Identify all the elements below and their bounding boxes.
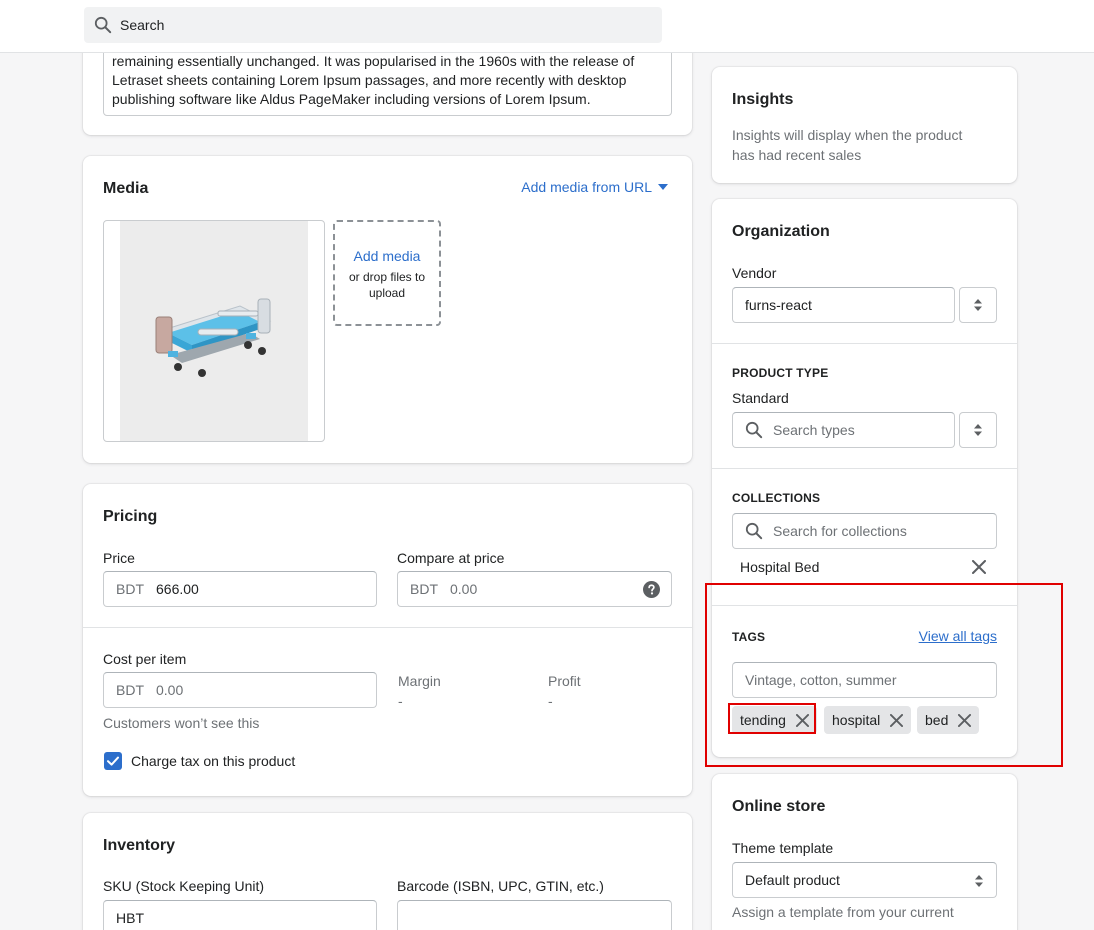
sku-label: SKU (Stock Keeping Unit) [103, 878, 265, 894]
product-image [120, 221, 308, 441]
theme-template-hint: Assign a template from your current [732, 904, 954, 920]
currency-prefix: BDT [116, 682, 144, 698]
vendor-label: Vendor [732, 265, 777, 281]
select-arrows-icon [973, 298, 983, 312]
search-icon [745, 522, 763, 540]
global-search-input[interactable]: Search [84, 7, 662, 43]
add-media-label: Add media [353, 248, 421, 264]
insights-title: Insights [732, 91, 794, 108]
tag-tending-highlight [728, 703, 816, 734]
search-placeholder: Search [120, 17, 165, 33]
remove-collection-close-icon[interactable] [972, 560, 986, 574]
compare-at-price-label: Compare at price [397, 550, 505, 566]
select-arrows-icon [973, 423, 983, 437]
top-bar: Search [0, 0, 1094, 53]
theme-template-select[interactable]: Default product [732, 862, 997, 898]
price-label: Price [103, 550, 135, 566]
tags-section-highlight [705, 583, 1063, 767]
product-type-value: Standard [732, 390, 789, 406]
price-input[interactable]: BDT 666.00 [103, 571, 377, 607]
product-type-select-button[interactable] [959, 412, 997, 448]
pricing-divider [83, 627, 692, 628]
barcode-input[interactable] [397, 900, 672, 930]
insights-line-2: has had recent sales [732, 147, 862, 163]
drop-files-hint: or drop files to upload [348, 270, 426, 300]
profit-label: Profit [548, 673, 581, 689]
inventory-title: Inventory [103, 837, 176, 854]
description-line: publishing software like Aldus PageMaker… [112, 91, 591, 107]
inventory-card: Inventory SKU (Stock Keeping Unit) HBT B… [83, 813, 692, 930]
search-types-input[interactable]: Search types [732, 412, 955, 448]
barcode-label: Barcode (ISBN, UPC, GTIN, etc.) [397, 878, 604, 894]
vendor-value: furns-react [745, 297, 812, 313]
vendor-select-button[interactable] [959, 287, 997, 323]
compare-at-price-input[interactable]: BDT 0.00 [397, 571, 672, 607]
media-thumbnail[interactable] [103, 220, 325, 442]
charge-tax-label: Charge tax on this product [131, 753, 296, 769]
media-card: Media Add media from URL Add media or dr… [83, 156, 692, 463]
caret-down-icon [658, 184, 668, 190]
charge-tax-checkbox-row[interactable]: Charge tax on this product [104, 752, 295, 770]
margin-label: Margin [398, 673, 441, 689]
vendor-input[interactable]: furns-react [732, 287, 955, 323]
online-store-card: Online store Theme template Default prod… [712, 774, 1017, 930]
add-media-dropzone[interactable]: Add media or drop files to upload [333, 220, 441, 326]
search-icon [94, 16, 112, 34]
add-media-from-url-button[interactable]: Add media from URL [521, 179, 668, 195]
search-collections-input[interactable]: Search for collections [732, 513, 997, 549]
organization-divider [712, 468, 1017, 469]
insights-line-1: Insights will display when the product [732, 127, 963, 143]
organization-title: Organization [732, 223, 830, 240]
theme-template-label: Theme template [732, 840, 834, 856]
theme-template-value: Default product [745, 872, 840, 888]
insights-card: Insights Insights will display when the … [712, 67, 1017, 183]
help-icon[interactable] [643, 581, 660, 598]
online-store-title: Online store [732, 798, 826, 815]
search-types-placeholder: Search types [773, 422, 855, 438]
organization-divider [712, 343, 1017, 344]
profit-value: - [548, 693, 553, 709]
margin-value: - [398, 693, 403, 709]
compare-at-price-value: 0.00 [450, 581, 478, 597]
cost-per-item-value: 0.00 [156, 682, 184, 698]
search-collections-placeholder: Search for collections [773, 523, 907, 539]
pricing-title: Pricing [103, 508, 158, 525]
cost-per-item-label: Cost per item [103, 651, 187, 667]
cost-hint: Customers won’t see this [103, 715, 260, 731]
select-arrows-icon [974, 874, 984, 888]
description-line: remaining essentially unchanged. It was … [112, 53, 635, 69]
sku-input[interactable]: HBT [103, 900, 377, 930]
currency-prefix: BDT [410, 581, 438, 597]
price-value: 666.00 [156, 581, 199, 597]
checkbox-checked-icon[interactable] [104, 752, 122, 770]
collections-heading: COLLECTIONS [732, 491, 821, 505]
add-media-from-url-label: Add media from URL [521, 179, 652, 195]
currency-prefix: BDT [116, 581, 144, 597]
cost-per-item-input[interactable]: BDT 0.00 [103, 672, 377, 708]
collection-item-hospital-bed: Hospital Bed [740, 559, 820, 575]
sku-value: HBT [116, 910, 144, 926]
product-type-heading: PRODUCT TYPE [732, 366, 829, 380]
hospital-bed-image [155, 298, 272, 377]
description-line: Letraset sheets containing Lorem Ipsum p… [112, 72, 627, 88]
pricing-card: Pricing Price BDT 666.00 Compare at pric… [83, 484, 692, 796]
search-icon [745, 421, 763, 439]
media-title: Media [103, 180, 149, 197]
